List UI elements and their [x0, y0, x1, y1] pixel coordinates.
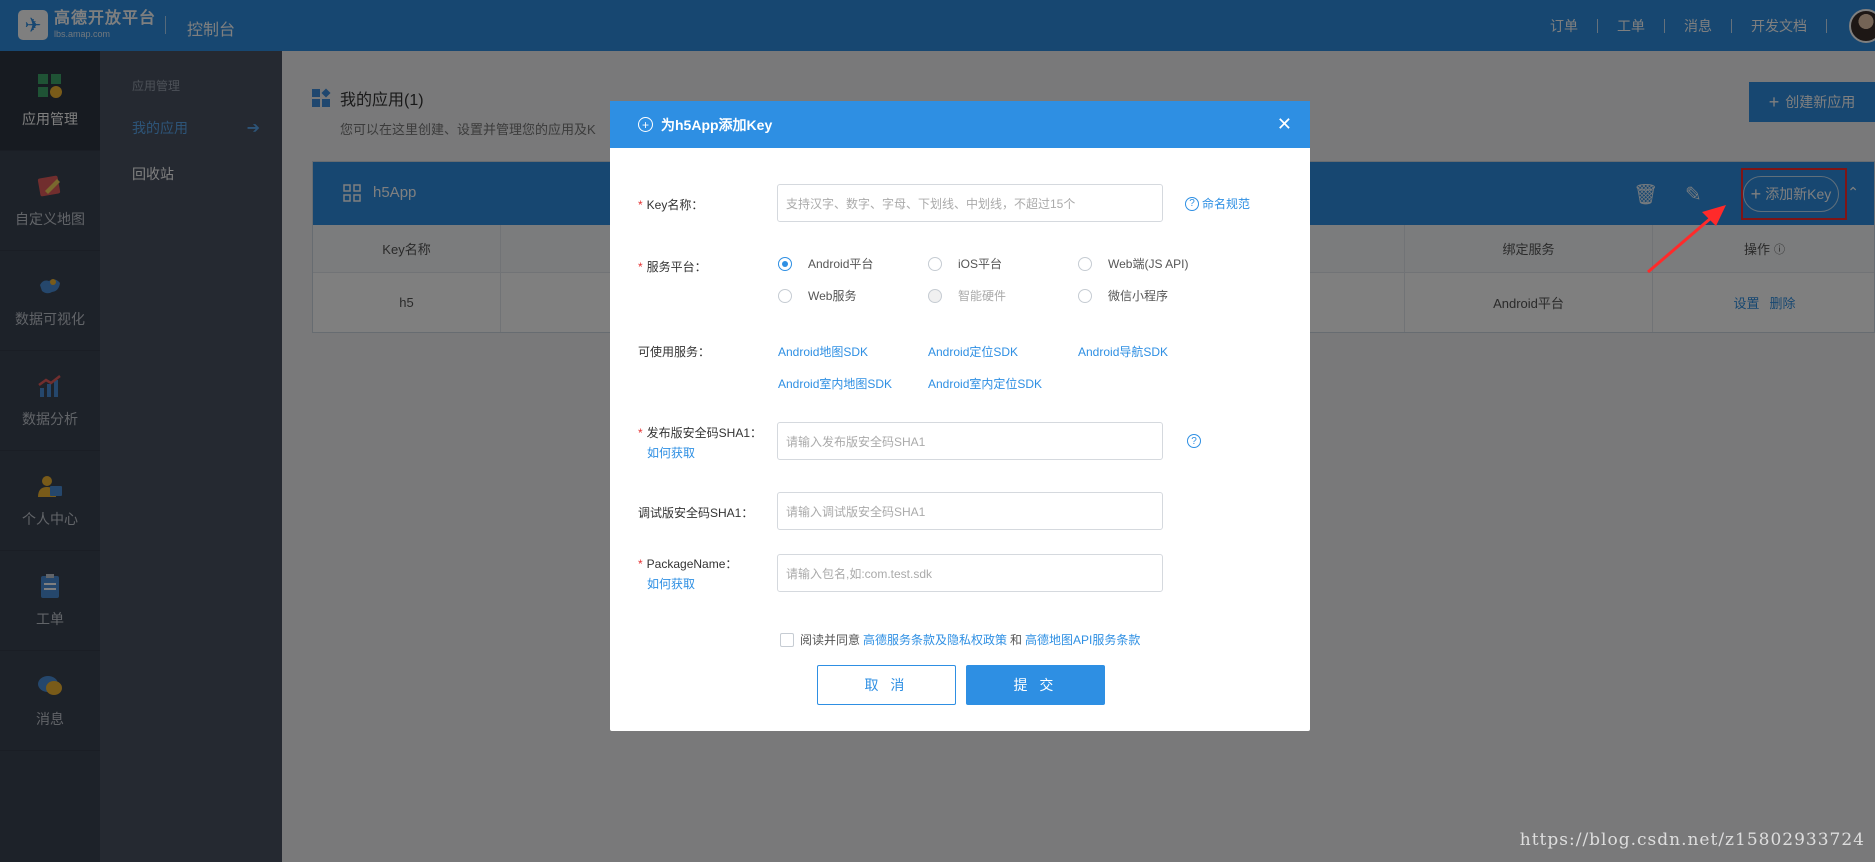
agreement: 阅读并同意 高德服务条款及隐私权政策 和 高德地图API服务条款 — [780, 631, 1140, 648]
key-name-label: * Key名称： — [638, 198, 704, 212]
package-name-label: * PackageName： 如何获取 — [638, 557, 738, 591]
plus-circle-icon: + — [638, 117, 653, 132]
service-link[interactable]: Android室内定位SDK — [928, 375, 1042, 392]
api-terms-link[interactable]: 高德地图API服务条款 — [1025, 631, 1140, 648]
debug-sha1-label: 调试版安全码SHA1： — [638, 506, 754, 520]
question-icon: ? — [1185, 196, 1199, 211]
release-sha1-label: * 发布版安全码SHA1： 如何获取 — [638, 426, 763, 460]
service-link[interactable]: Android定位SDK — [928, 343, 1018, 360]
platform-label: * 服务平台： — [638, 260, 707, 274]
radio-web-service[interactable]: Web服务 — [778, 287, 856, 304]
services-label: 可使用服务： — [638, 345, 711, 359]
cancel-button[interactable]: 取 消 — [817, 665, 956, 705]
radio-web-js-api[interactable]: Web端(JS API) — [1078, 255, 1188, 272]
submit-button[interactable]: 提 交 — [966, 665, 1105, 705]
key-name-input[interactable]: 支持汉字、数字、字母、下划线、中划线，不超过15个 — [777, 184, 1163, 222]
dialog-header: + 为h5App添加Key ✕ — [610, 101, 1310, 148]
how-to-get-link[interactable]: 如何获取 — [647, 577, 695, 591]
red-arrow-annotation — [1647, 205, 1726, 274]
radio-android[interactable]: Android平台 — [778, 255, 873, 272]
service-link[interactable]: Android地图SDK — [778, 343, 868, 360]
package-name-input[interactable]: 请输入包名,如:com.test.sdk — [777, 554, 1163, 592]
radio-ios[interactable]: iOS平台 — [928, 255, 1002, 272]
dialog-title: 为h5App添加Key — [661, 116, 773, 133]
terms-link[interactable]: 高德服务条款及隐私权政策 — [863, 631, 1007, 648]
naming-rules[interactable]: ? 命名规范 — [1185, 195, 1250, 212]
close-icon[interactable]: ✕ — [1277, 114, 1292, 135]
how-to-get-link[interactable]: 如何获取 — [647, 446, 695, 460]
naming-rules-link[interactable]: 命名规范 — [1202, 195, 1250, 212]
debug-sha1-input[interactable]: 请输入调试版安全码SHA1 — [777, 492, 1163, 530]
add-key-dialog: + 为h5App添加Key ✕ * Key名称： 支持汉字、数字、字母、下划线、中… — [610, 101, 1310, 731]
agree-checkbox[interactable] — [780, 632, 794, 647]
question-icon[interactable]: ? — [1187, 434, 1201, 448]
release-sha1-input[interactable]: 请输入发布版安全码SHA1 — [777, 422, 1163, 460]
radio-smart-hardware: 智能硬件 — [928, 287, 1006, 304]
service-link[interactable]: Android室内地图SDK — [778, 375, 892, 392]
watermark: https://blog.csdn.net/z15802933724 — [1519, 830, 1865, 850]
radio-wechat-mini-program[interactable]: 微信小程序 — [1078, 287, 1168, 304]
service-link[interactable]: Android导航SDK — [1078, 343, 1168, 360]
